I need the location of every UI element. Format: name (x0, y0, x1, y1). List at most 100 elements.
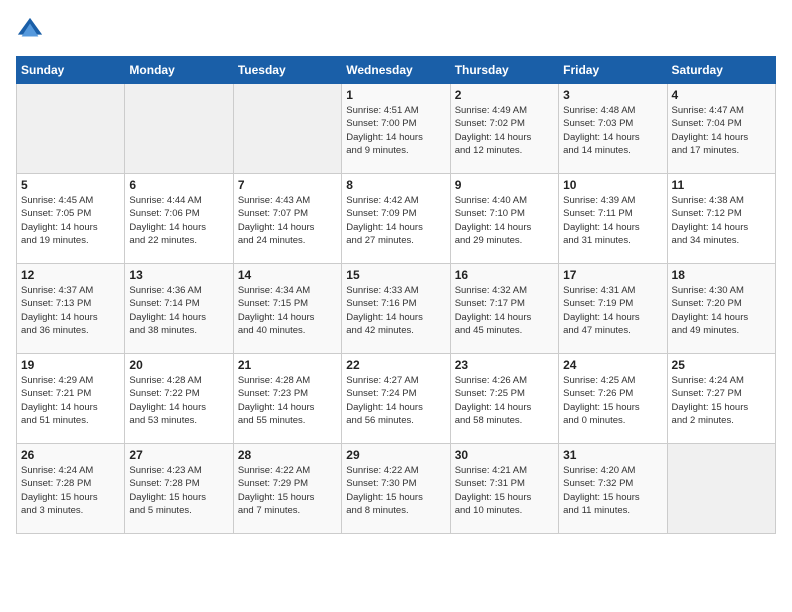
calendar-cell: 7 Sunrise: 4:43 AM Sunset: 7:07 PM Daylig… (233, 174, 341, 264)
day-number: 29 (346, 448, 445, 462)
calendar-cell: 17Sunrise: 4:31 AM Sunset: 7:19 PM Dayli… (559, 264, 667, 354)
week-row-4: 19Sunrise: 4:29 AM Sunset: 7:21 PM Dayli… (17, 354, 776, 444)
week-row-3: 12 Sunrise: 4:37 AM Sunset: 7:13 PM Dayli… (17, 264, 776, 354)
logo-icon (16, 16, 44, 44)
day-number: 5 (21, 178, 120, 192)
calendar-cell: 18 Sunrise: 4:30 AM Sunset: 7:20 PM Dayli… (667, 264, 775, 354)
calendar-cell: 15 Sunrise: 4:33 AM Sunset: 7:16 PM Dayli… (342, 264, 450, 354)
calendar-cell: 20 Sunrise: 4:28 AM Sunset: 7:22 PM Dayli… (125, 354, 233, 444)
day-number: 17 (563, 268, 662, 282)
calendar-table: SundayMondayTuesdayWednesdayThursdayFrid… (16, 56, 776, 534)
day-info: Sunrise: 4:43 AM Sunset: 7:07 PM Dayligh… (238, 194, 337, 247)
day-number: 25 (672, 358, 771, 372)
day-number: 20 (129, 358, 228, 372)
day-number: 1 (346, 88, 445, 102)
calendar-cell: 23Sunrise: 4:26 AM Sunset: 7:25 PM Dayli… (450, 354, 558, 444)
day-number: 2 (455, 88, 554, 102)
day-number: 28 (238, 448, 337, 462)
weekday-row: SundayMondayTuesdayWednesdayThursdayFrid… (17, 57, 776, 84)
day-info: Sunrise: 4:47 AM Sunset: 7:04 PM Dayligh… (672, 104, 771, 157)
calendar-cell: 26 Sunrise: 4:24 AM Sunset: 7:28 PM Dayli… (17, 444, 125, 534)
day-info: Sunrise: 4:21 AM Sunset: 7:31 PM Dayligh… (455, 464, 554, 517)
weekday-header-wednesday: Wednesday (342, 57, 450, 84)
day-number: 14 (238, 268, 337, 282)
calendar-cell: 28Sunrise: 4:22 AM Sunset: 7:29 PM Dayli… (233, 444, 341, 534)
day-number: 23 (455, 358, 554, 372)
day-number: 10 (563, 178, 662, 192)
day-number: 26 (21, 448, 120, 462)
calendar-cell: 14 Sunrise: 4:34 AM Sunset: 7:15 PM Dayli… (233, 264, 341, 354)
logo (16, 16, 48, 44)
day-info: Sunrise: 4:28 AM Sunset: 7:22 PM Dayligh… (129, 374, 228, 427)
weekday-header-sunday: Sunday (17, 57, 125, 84)
day-info: Sunrise: 4:24 AM Sunset: 7:27 PM Dayligh… (672, 374, 771, 427)
day-number: 19 (21, 358, 120, 372)
calendar-cell: 9Sunrise: 4:40 AM Sunset: 7:10 PM Daylig… (450, 174, 558, 264)
calendar-cell: 6 Sunrise: 4:44 AM Sunset: 7:06 PM Daylig… (125, 174, 233, 264)
day-number: 21 (238, 358, 337, 372)
day-number: 6 (129, 178, 228, 192)
day-info: Sunrise: 4:24 AM Sunset: 7:28 PM Dayligh… (21, 464, 120, 517)
day-info: Sunrise: 4:27 AM Sunset: 7:24 PM Dayligh… (346, 374, 445, 427)
day-info: Sunrise: 4:39 AM Sunset: 7:11 PM Dayligh… (563, 194, 662, 247)
calendar-cell: 2 Sunrise: 4:49 AM Sunset: 7:02 PM Daylig… (450, 84, 558, 174)
day-info: Sunrise: 4:48 AM Sunset: 7:03 PM Dayligh… (563, 104, 662, 157)
calendar-cell: 16Sunrise: 4:32 AM Sunset: 7:17 PM Dayli… (450, 264, 558, 354)
week-row-2: 5 Sunrise: 4:45 AM Sunset: 7:05 PM Daylig… (17, 174, 776, 264)
calendar-cell: 19Sunrise: 4:29 AM Sunset: 7:21 PM Dayli… (17, 354, 125, 444)
day-number: 8 (346, 178, 445, 192)
day-number: 3 (563, 88, 662, 102)
day-number: 18 (672, 268, 771, 282)
page-header (16, 16, 776, 44)
calendar-cell (667, 444, 775, 534)
day-info: Sunrise: 4:51 AM Sunset: 7:00 PM Dayligh… (346, 104, 445, 157)
day-number: 30 (455, 448, 554, 462)
day-number: 7 (238, 178, 337, 192)
day-number: 4 (672, 88, 771, 102)
calendar-cell: 11Sunrise: 4:38 AM Sunset: 7:12 PM Dayli… (667, 174, 775, 264)
day-info: Sunrise: 4:25 AM Sunset: 7:26 PM Dayligh… (563, 374, 662, 427)
calendar-cell (125, 84, 233, 174)
day-info: Sunrise: 4:36 AM Sunset: 7:14 PM Dayligh… (129, 284, 228, 337)
day-info: Sunrise: 4:20 AM Sunset: 7:32 PM Dayligh… (563, 464, 662, 517)
week-row-5: 26 Sunrise: 4:24 AM Sunset: 7:28 PM Dayli… (17, 444, 776, 534)
calendar-cell: 24 Sunrise: 4:25 AM Sunset: 7:26 PM Dayli… (559, 354, 667, 444)
day-number: 15 (346, 268, 445, 282)
calendar-cell: 31Sunrise: 4:20 AM Sunset: 7:32 PM Dayli… (559, 444, 667, 534)
day-info: Sunrise: 4:44 AM Sunset: 7:06 PM Dayligh… (129, 194, 228, 247)
calendar-cell: 21Sunrise: 4:28 AM Sunset: 7:23 PM Dayli… (233, 354, 341, 444)
day-info: Sunrise: 4:22 AM Sunset: 7:30 PM Dayligh… (346, 464, 445, 517)
calendar-cell: 25 Sunrise: 4:24 AM Sunset: 7:27 PM Dayli… (667, 354, 775, 444)
day-number: 13 (129, 268, 228, 282)
calendar-cell: 13 Sunrise: 4:36 AM Sunset: 7:14 PM Dayli… (125, 264, 233, 354)
weekday-header-tuesday: Tuesday (233, 57, 341, 84)
weekday-header-saturday: Saturday (667, 57, 775, 84)
day-number: 22 (346, 358, 445, 372)
day-number: 11 (672, 178, 771, 192)
day-info: Sunrise: 4:37 AM Sunset: 7:13 PM Dayligh… (21, 284, 120, 337)
calendar-body: 1 Sunrise: 4:51 AM Sunset: 7:00 PM Daylig… (17, 84, 776, 534)
calendar-cell (17, 84, 125, 174)
day-info: Sunrise: 4:34 AM Sunset: 7:15 PM Dayligh… (238, 284, 337, 337)
calendar-cell: 12 Sunrise: 4:37 AM Sunset: 7:13 PM Dayli… (17, 264, 125, 354)
calendar-cell: 10 Sunrise: 4:39 AM Sunset: 7:11 PM Dayli… (559, 174, 667, 264)
day-number: 24 (563, 358, 662, 372)
calendar-cell: 8Sunrise: 4:42 AM Sunset: 7:09 PM Daylig… (342, 174, 450, 264)
calendar-cell: 29 Sunrise: 4:22 AM Sunset: 7:30 PM Dayli… (342, 444, 450, 534)
weekday-header-monday: Monday (125, 57, 233, 84)
weekday-header-thursday: Thursday (450, 57, 558, 84)
day-info: Sunrise: 4:45 AM Sunset: 7:05 PM Dayligh… (21, 194, 120, 247)
day-number: 12 (21, 268, 120, 282)
day-number: 16 (455, 268, 554, 282)
day-info: Sunrise: 4:30 AM Sunset: 7:20 PM Dayligh… (672, 284, 771, 337)
calendar-cell: 3 Sunrise: 4:48 AM Sunset: 7:03 PM Daylig… (559, 84, 667, 174)
day-number: 27 (129, 448, 228, 462)
day-info: Sunrise: 4:33 AM Sunset: 7:16 PM Dayligh… (346, 284, 445, 337)
week-row-1: 1 Sunrise: 4:51 AM Sunset: 7:00 PM Daylig… (17, 84, 776, 174)
day-number: 9 (455, 178, 554, 192)
day-info: Sunrise: 4:49 AM Sunset: 7:02 PM Dayligh… (455, 104, 554, 157)
day-info: Sunrise: 4:23 AM Sunset: 7:28 PM Dayligh… (129, 464, 228, 517)
calendar-cell: 30 Sunrise: 4:21 AM Sunset: 7:31 PM Dayli… (450, 444, 558, 534)
weekday-header-friday: Friday (559, 57, 667, 84)
calendar-cell: 22 Sunrise: 4:27 AM Sunset: 7:24 PM Dayli… (342, 354, 450, 444)
